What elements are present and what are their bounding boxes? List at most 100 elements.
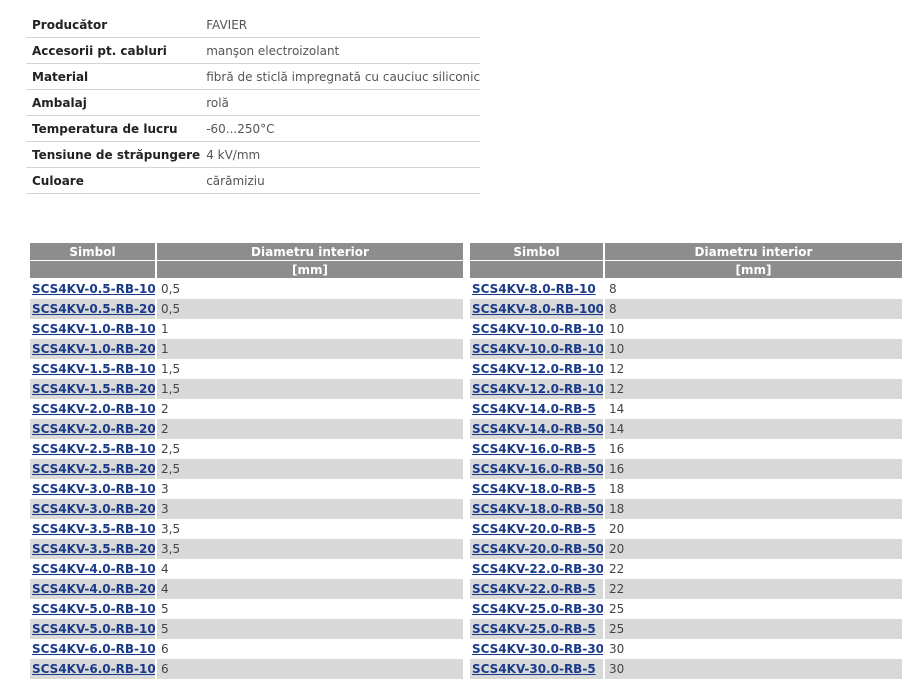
product-symbol-link[interactable]: SCS4KV-3.5-RB-200: [32, 542, 154, 556]
diameter-cell: 16: [609, 442, 625, 456]
product-symbol-link[interactable]: SCS4KV-2.5-RB-10: [32, 442, 154, 456]
diameter-cell: 6: [156, 659, 463, 679]
table-row: SCS4KV-14.0-RB-50 14: [470, 419, 902, 439]
symbol-cell: SCS4KV-0.5-RB-10: [30, 278, 157, 299]
product-symbol-link[interactable]: SCS4KV-4.0-RB-200: [32, 582, 154, 596]
symbol-cell: SCS4KV-14.0-RB-5: [470, 399, 605, 419]
property-value: FAVIER: [200, 12, 481, 38]
product-symbol-link[interactable]: SCS4KV-20.0-RB-50: [472, 542, 602, 556]
diameter-cell: 1: [156, 339, 463, 359]
table-row: SCS4KV-8.0-RB-10 8: [470, 278, 902, 299]
product-symbol-link[interactable]: SCS4KV-20.0-RB-5: [472, 522, 596, 536]
product-symbol-link[interactable]: SCS4KV-12.0-RB-10: [472, 362, 602, 376]
diameter-cell: 30: [604, 659, 902, 679]
product-symbol-link[interactable]: SCS4KV-30.0-RB-5: [472, 662, 596, 676]
diameter-cell: 10: [609, 322, 625, 336]
diameter-cell: 2,5: [161, 442, 181, 456]
diameter-cell: 2: [161, 402, 169, 416]
product-symbol-link[interactable]: SCS4KV-1.0-RB-10: [32, 322, 154, 336]
product-symbol-link[interactable]: SCS4KV-6.0-RB-10: [32, 642, 154, 656]
diameter-cell: 20: [609, 522, 625, 536]
product-symbol-link[interactable]: SCS4KV-5.0-RB-100: [32, 622, 154, 636]
symbol-cell: SCS4KV-4.0-RB-200: [30, 579, 157, 599]
diameter-cell: 1,5: [161, 362, 181, 376]
symbol-cell: SCS4KV-4.0-RB-10: [30, 559, 157, 579]
diameter-cell: 22: [609, 562, 625, 576]
symbol-cell: SCS4KV-14.0-RB-50: [470, 419, 605, 439]
product-symbol-link[interactable]: SCS4KV-18.0-RB-50: [472, 502, 602, 516]
product-symbol-link[interactable]: SCS4KV-16.0-RB-5: [472, 442, 596, 456]
diameter-cell: 2: [156, 419, 463, 439]
symbol-cell: SCS4KV-16.0-RB-50: [470, 459, 605, 479]
symbol-cell: SCS4KV-18.0-RB-5: [470, 479, 605, 499]
diameter-cell: 22: [604, 579, 902, 599]
property-label: Culoare: [26, 167, 201, 194]
product-symbol-link[interactable]: SCS4KV-18.0-RB-5: [472, 482, 596, 496]
table-row: SCS4KV-3.0-RB-10 3: [30, 479, 463, 499]
diameter-cell: 10: [604, 339, 902, 359]
table-row: SCS4KV-2.0-RB-200 2: [30, 419, 463, 439]
product-symbol-link[interactable]: SCS4KV-8.0-RB-100: [472, 302, 602, 316]
product-symbol-link[interactable]: SCS4KV-1.5-RB-10: [32, 362, 154, 376]
product-symbol-link[interactable]: SCS4KV-4.0-RB-10: [32, 562, 154, 576]
product-symbol-link[interactable]: SCS4KV-22.0-RB-30: [472, 562, 602, 576]
table-row: SCS4KV-1.5-RB-10 1,5: [30, 359, 463, 379]
product-symbol-link[interactable]: SCS4KV-5.0-RB-10: [32, 602, 154, 616]
table-row: SCS4KV-5.0-RB-100 5: [30, 619, 463, 639]
diameter-cell: 18: [609, 482, 625, 496]
diameter-cell: 25: [604, 619, 902, 639]
property-row: Accesorii pt. cabluri manşon electroizola…: [26, 37, 481, 64]
product-symbol-link[interactable]: SCS4KV-12.0-RB-100: [472, 382, 602, 396]
symbol-cell: SCS4KV-2.5-RB-10: [30, 439, 157, 459]
diameter-cell: 14: [604, 419, 902, 439]
property-row: Material fibră de sticlă impregnată cu ca…: [26, 63, 481, 90]
table-row: SCS4KV-4.0-RB-200 4: [30, 579, 463, 599]
table-row: SCS4KV-16.0-RB-50 16: [470, 459, 902, 479]
symbol-cell: SCS4KV-20.0-RB-50: [470, 539, 605, 559]
symbol-cell: SCS4KV-22.0-RB-30: [470, 559, 605, 579]
product-symbol-link[interactable]: SCS4KV-6.0-RB-100: [32, 662, 154, 676]
product-symbol-link[interactable]: SCS4KV-1.5-RB-200: [32, 382, 154, 396]
product-symbol-link[interactable]: SCS4KV-16.0-RB-50: [472, 462, 602, 476]
product-symbol-link[interactable]: SCS4KV-14.0-RB-5: [472, 402, 596, 416]
diameter-cell: 1,5: [156, 379, 463, 399]
product-symbol-link[interactable]: SCS4KV-3.0-RB-10: [32, 482, 154, 496]
product-variants-table-right: Simbol Diametru interior [mm] SCS4KV-8.0…: [470, 243, 902, 679]
symbol-cell: SCS4KV-0.5-RB-200: [30, 299, 157, 319]
diameter-cell: 5: [156, 619, 463, 639]
product-symbol-link[interactable]: SCS4KV-8.0-RB-10: [472, 282, 596, 296]
property-label: Tensiune de străpungere: [26, 141, 201, 168]
product-symbol-link[interactable]: SCS4KV-30.0-RB-30: [472, 642, 602, 656]
symbol-cell: SCS4KV-12.0-RB-100: [470, 379, 605, 399]
symbol-cell: SCS4KV-6.0-RB-100: [30, 659, 157, 679]
table-row: SCS4KV-22.0-RB-5 22: [470, 579, 902, 599]
product-symbol-link[interactable]: SCS4KV-3.5-RB-10: [32, 522, 154, 536]
product-symbol-link[interactable]: SCS4KV-0.5-RB-200: [32, 302, 154, 316]
product-symbol-link[interactable]: SCS4KV-2.0-RB-10: [32, 402, 154, 416]
table-row: SCS4KV-30.0-RB-30 30: [470, 639, 902, 659]
product-symbol-link[interactable]: SCS4KV-2.5-RB-200: [32, 462, 154, 476]
product-symbol-link[interactable]: SCS4KV-3.0-RB-200: [32, 502, 154, 516]
symbol-cell: SCS4KV-2.5-RB-200: [30, 459, 157, 479]
product-symbol-link[interactable]: SCS4KV-2.0-RB-200: [32, 422, 154, 436]
product-symbol-link[interactable]: SCS4KV-1.0-RB-200: [32, 342, 154, 356]
diameter-cell: 8: [609, 282, 617, 296]
table-row: SCS4KV-0.5-RB-200 0,5: [30, 299, 463, 319]
symbol-cell: SCS4KV-5.0-RB-10: [30, 599, 157, 619]
product-symbol-link[interactable]: SCS4KV-10.0-RB-100: [472, 342, 602, 356]
symbol-cell: SCS4KV-8.0-RB-100: [470, 299, 605, 319]
table-row: SCS4KV-25.0-RB-30 25: [470, 599, 902, 619]
product-symbol-link[interactable]: SCS4KV-14.0-RB-50: [472, 422, 602, 436]
product-symbol-link[interactable]: SCS4KV-0.5-RB-10: [32, 282, 154, 296]
diameter-cell: 12: [609, 362, 625, 376]
diameter-header: Diametru interior: [156, 243, 463, 261]
product-symbol-link[interactable]: SCS4KV-25.0-RB-5: [472, 622, 596, 636]
table-row: SCS4KV-30.0-RB-5 30: [470, 659, 902, 679]
product-symbol-link[interactable]: SCS4KV-10.0-RB-10: [472, 322, 602, 336]
table-row: SCS4KV-18.0-RB-5 18: [470, 479, 902, 499]
property-label: Accesorii pt. cabluri: [26, 37, 201, 64]
table-row: SCS4KV-3.5-RB-200 3,5: [30, 539, 463, 559]
symbol-cell: SCS4KV-5.0-RB-100: [30, 619, 157, 639]
product-symbol-link[interactable]: SCS4KV-22.0-RB-5: [472, 582, 596, 596]
product-symbol-link[interactable]: SCS4KV-25.0-RB-30: [472, 602, 602, 616]
